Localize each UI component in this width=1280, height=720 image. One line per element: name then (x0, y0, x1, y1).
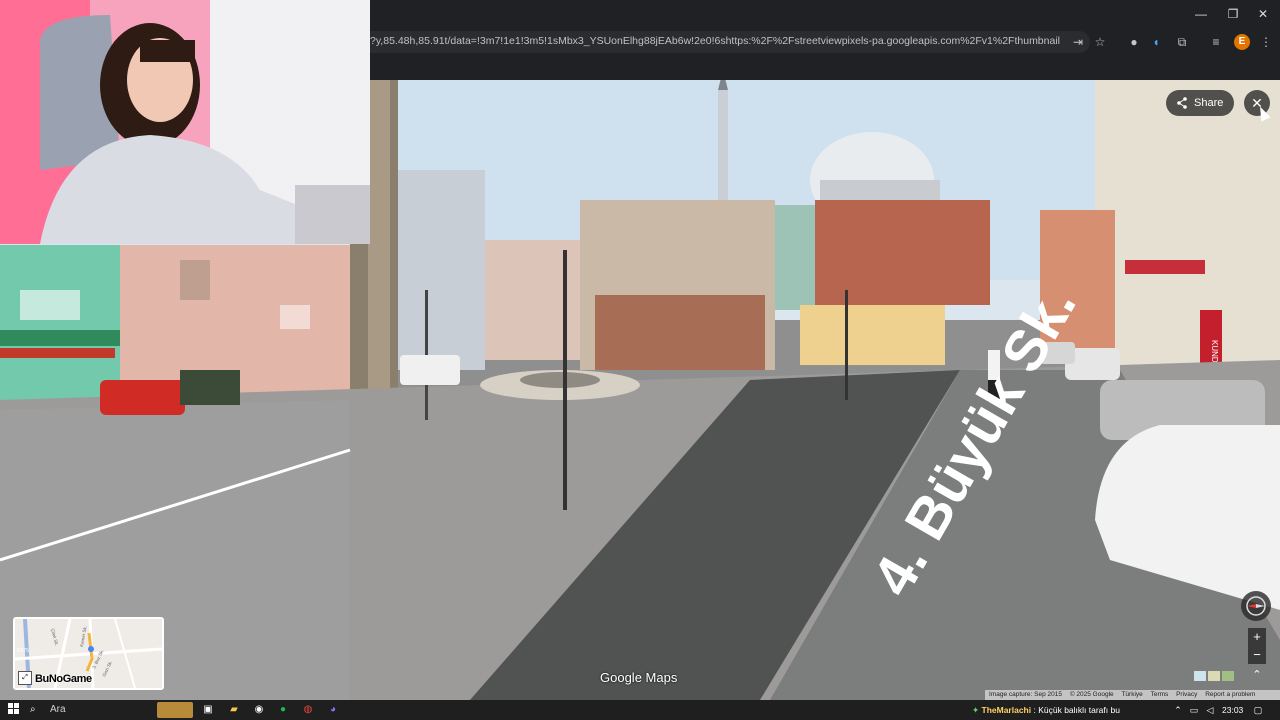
install-app-icon[interactable]: ⇥ (1070, 34, 1086, 50)
widgets-button[interactable] (157, 702, 193, 718)
spotify-icon[interactable]: ● (276, 702, 290, 718)
discord-icon[interactable]: ◕ (326, 702, 340, 718)
file-explorer-icon[interactable]: ▰ (227, 702, 241, 718)
privacy-link[interactable]: Privacy (1176, 691, 1197, 698)
extension-audio-icon[interactable]: ◖ (1148, 34, 1164, 50)
restore-button[interactable]: ❐ (1218, 4, 1248, 24)
network-icon[interactable]: ▭ (1188, 702, 1200, 718)
minimap[interactable]: D575 Çilek Sk. Kemer Sk. 3. Buz Sk. Gazi… (13, 617, 164, 690)
clock[interactable]: 23:03 (1222, 702, 1243, 718)
zoom-in-button[interactable]: + (1248, 628, 1266, 646)
google-maps-logo: Google Maps (600, 670, 678, 685)
share-icon (1177, 97, 1187, 109)
start-button[interactable] (6, 702, 20, 718)
chrome-menu-icon[interactable]: ⋮ (1258, 34, 1274, 50)
notification-username: TheMarlachi (981, 705, 1032, 715)
notification-center-icon[interactable]: ▢ (1252, 702, 1264, 718)
layers-thumbnails[interactable] (1193, 668, 1239, 684)
toolbar-gap (370, 56, 1280, 80)
volume-icon[interactable]: ◁ (1204, 702, 1216, 718)
url-text: ?y,85.48h,85.91t/data=!3m7!1e1!3m5!1sMbx… (370, 35, 1060, 47)
country-link[interactable]: Türkiye (1121, 691, 1142, 698)
webcam-feed-graphic (0, 0, 370, 244)
profile-avatar[interactable]: E (1234, 34, 1250, 50)
address-bar[interactable]: ?y,85.48h,85.91t/data=!3m7!1e1!3m5!1sMbx… (370, 31, 1090, 53)
image-capture-date: Image capture: Sep 2015 (989, 691, 1062, 698)
search-icon: ⌕ (30, 704, 36, 715)
browser-chrome: — ❐ ✕ ?y,85.48h,85.91t/data=!3m7!1e1!3m5… (370, 0, 1280, 80)
window-titlebar: — ❐ ✕ (370, 0, 1280, 28)
windows-taskbar: ⌕ Ara ▣ ▰ ◉ ● ◍ ◕ ✦ TheMarlachi : Küçük … (0, 700, 1280, 720)
notification-message: : Küçük balıklı tarafı bu (1033, 705, 1120, 715)
webcam-overlay (0, 0, 370, 244)
minimize-button[interactable]: — (1186, 4, 1216, 24)
tray-chevron-icon[interactable]: ⌃ (1172, 702, 1184, 718)
task-view-icon[interactable]: ▣ (201, 702, 215, 718)
windows-logo-icon (6, 702, 20, 714)
media-controls-icon[interactable]: ≡ (1208, 34, 1224, 50)
window-close-button[interactable]: ✕ (1248, 4, 1278, 24)
taskbar-search[interactable]: ⌕ Ara (30, 702, 150, 718)
search-label: Ara (50, 704, 66, 715)
compass-icon (1246, 596, 1266, 616)
terms-link[interactable]: Terms (1151, 691, 1169, 698)
zoom-out-button[interactable]: − (1248, 646, 1266, 664)
expand-icon[interactable]: ⌃ (1248, 668, 1266, 684)
report-problem-link[interactable]: Report a problem (1205, 691, 1255, 698)
minimap-expand-icon[interactable]: ⤢ (18, 671, 32, 685)
street-view-footer: Image capture: Sep 2015 © 2025 Google Tü… (985, 690, 1280, 700)
chrome-icon[interactable]: ◍ (301, 702, 315, 718)
sparkle-icon: ✦ (972, 705, 980, 715)
app-icon[interactable]: ◉ (252, 702, 266, 718)
share-label: Share (1194, 97, 1224, 109)
bookmark-star-icon[interactable]: ☆ (1092, 34, 1108, 50)
minimap-label-d575: D575 (17, 648, 29, 654)
compass-button[interactable] (1241, 591, 1271, 621)
stream-watermark: BuNoGame (35, 673, 92, 685)
share-button[interactable]: Share (1166, 90, 1234, 116)
copyright-text: © 2025 Google (1069, 691, 1114, 698)
chat-notification[interactable]: ✦ TheMarlachi : Küçük balıklı tarafı bu (972, 702, 1120, 718)
extension-dropper-icon[interactable]: ● (1126, 34, 1142, 50)
extensions-puzzle-icon[interactable]: ⧉ (1174, 34, 1190, 50)
